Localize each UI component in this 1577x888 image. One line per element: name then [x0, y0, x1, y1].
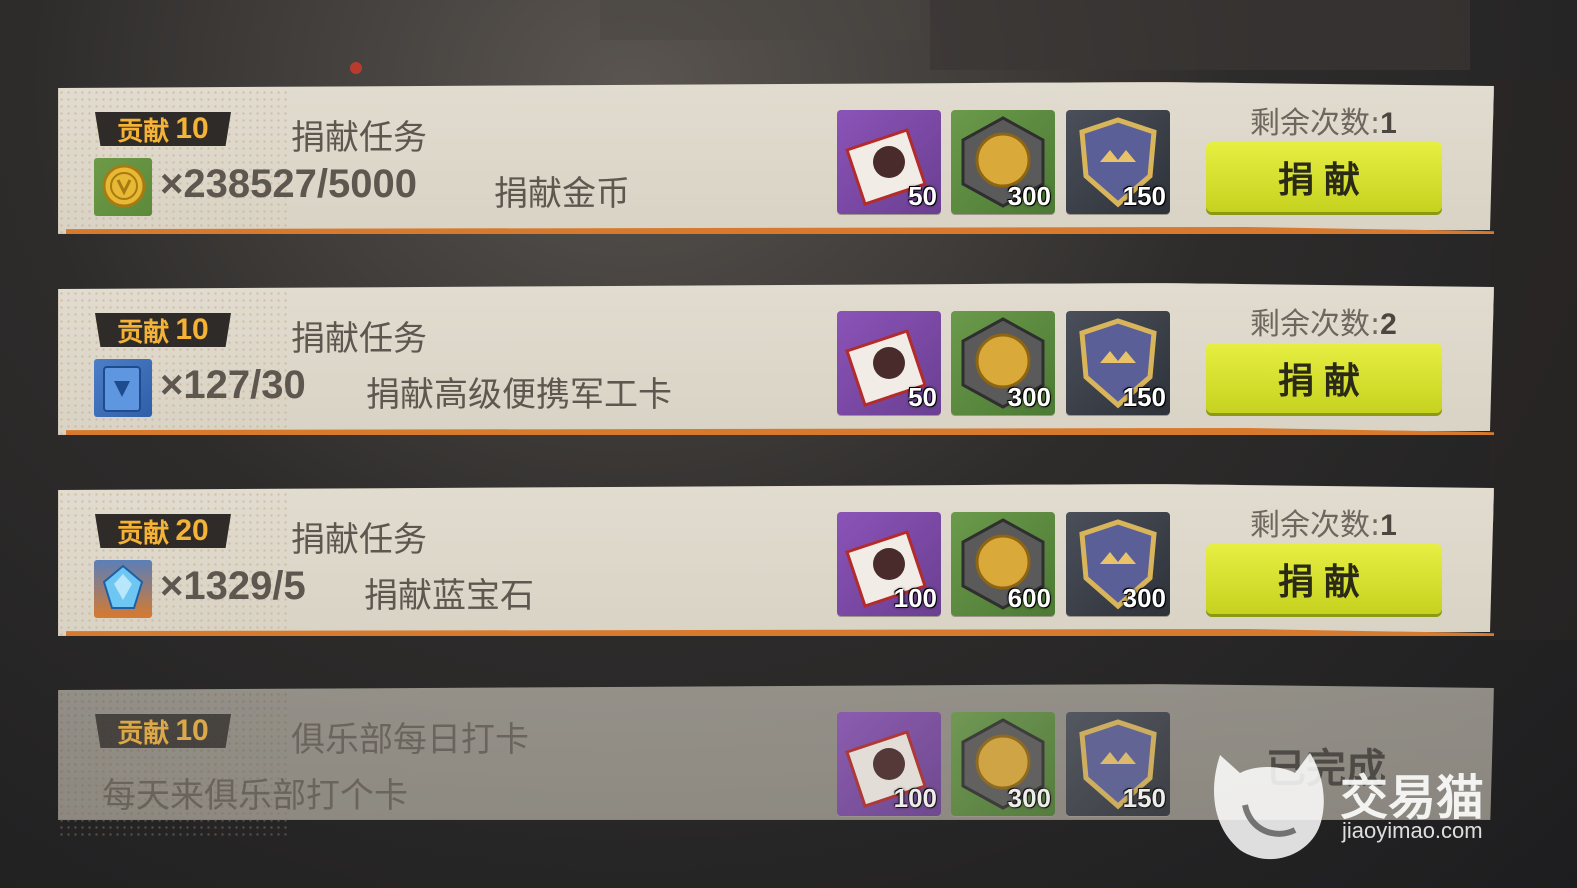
reward-qty: 50 — [908, 382, 937, 412]
reward-ticket: 50 — [837, 311, 941, 415]
item-count: ×238527/5000 — [160, 162, 417, 206]
reward-shield: 150 — [1066, 110, 1170, 214]
donate-button[interactable]: 捐献 — [1206, 544, 1442, 614]
reward-qty: 300 — [1007, 382, 1051, 412]
task-title: 俱乐部每日打卡 — [291, 720, 529, 760]
reward-qty: 150 — [1122, 181, 1166, 211]
item-count: ×1329/5 — [160, 564, 306, 608]
reward-fist: 600 — [951, 512, 1055, 616]
task-description: 每天来俱乐部打个卡 — [102, 776, 408, 816]
task-title: 捐献任务 — [291, 118, 427, 158]
reward-qty: 100 — [893, 783, 937, 813]
reward-ticket: 50 — [837, 110, 941, 214]
donate-button[interactable]: 捐献 — [1206, 142, 1442, 212]
reward-qty: 150 — [1122, 382, 1166, 412]
task-description: 捐献金币 — [494, 174, 630, 214]
military-card-icon — [94, 359, 152, 417]
reward-qty: 50 — [908, 181, 937, 211]
task-title: 捐献任务 — [291, 319, 427, 359]
watermark-url: jiaoyimao.com — [1342, 818, 1483, 843]
reward-qty: 300 — [1122, 583, 1166, 613]
reward-qty: 300 — [1007, 181, 1051, 211]
reward-qty: 600 — [1007, 583, 1051, 613]
task-row-1: 贡献 10 捐献任务 ×238527/5000 捐献金币 50 300 150 剩… — [58, 82, 1494, 234]
task-row-2: 贡献 10 捐献任务 ×127/30 捐献高级便携军工卡 50 300 150 剩… — [58, 283, 1494, 435]
task-title: 捐献任务 — [291, 520, 427, 560]
reward-qty: 300 — [1007, 783, 1051, 813]
reward-shield: 150 — [1066, 311, 1170, 415]
contribution-badge: 贡献 20 — [95, 514, 231, 548]
reward-qty: 100 — [893, 583, 937, 613]
reward-shield: 150 — [1066, 712, 1170, 816]
sapphire-icon — [94, 560, 152, 618]
reward-fist: 300 — [951, 311, 1055, 415]
reward-shield: 300 — [1066, 512, 1170, 616]
reward-fist: 300 — [951, 712, 1055, 816]
contribution-badge: 贡献 10 — [95, 112, 231, 146]
task-description: 捐献高级便携军工卡 — [366, 375, 672, 415]
task-row-3: 贡献 20 捐献任务 ×1329/5 捐献蓝宝石 100 600 300 剩余次数… — [58, 484, 1494, 636]
remaining-count: 剩余次数:2 — [1250, 307, 1397, 342]
reward-ticket: 100 — [837, 512, 941, 616]
contribution-badge: 贡献 10 — [95, 714, 231, 748]
remaining-count: 剩余次数:1 — [1250, 106, 1397, 141]
contribution-badge: 贡献 10 — [95, 313, 231, 347]
gold-coin-icon — [94, 158, 152, 216]
reward-qty: 150 — [1122, 783, 1166, 813]
item-count: ×127/30 — [160, 363, 306, 407]
reward-ticket: 100 — [837, 712, 941, 816]
remaining-count: 剩余次数:1 — [1250, 508, 1397, 543]
task-description: 捐献蓝宝石 — [364, 576, 534, 616]
donate-button[interactable]: 捐献 — [1206, 343, 1442, 413]
reward-fist: 300 — [951, 110, 1055, 214]
